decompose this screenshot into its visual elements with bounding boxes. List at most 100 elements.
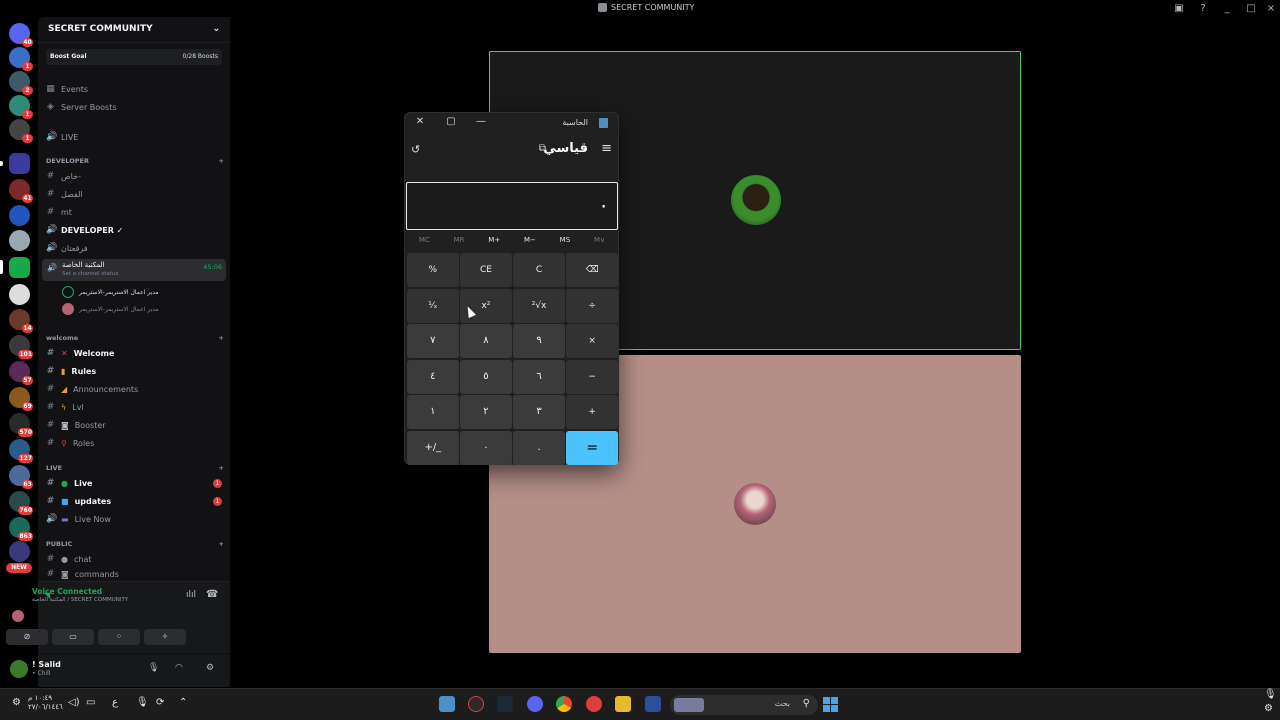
channel-dev1[interactable]: # خاص-	[46, 168, 226, 184]
divide-button[interactable]: ÷	[566, 288, 618, 323]
channel-lvl[interactable]: # ϟ Lvl	[46, 399, 226, 415]
close-button[interactable]: ×	[1264, 2, 1278, 15]
category-public[interactable]: PUBLIC +	[46, 540, 224, 548]
server-icon[interactable]: 1	[9, 47, 33, 71]
discord-icon[interactable]	[527, 696, 543, 712]
plus-icon[interactable]: +	[219, 464, 224, 472]
clock-app-icon[interactable]	[468, 696, 484, 712]
memory-add-button[interactable]: M+	[488, 236, 500, 244]
server-icon[interactable]: 1	[9, 95, 33, 119]
channel-live[interactable]: # ● Live	[46, 475, 226, 491]
digit-5-button[interactable]: ٥	[460, 359, 512, 394]
channel-booster[interactable]: # ◙ Booster	[46, 417, 226, 433]
channel-dev2[interactable]: # الفصل	[46, 186, 226, 202]
sync-icon[interactable]: ⟳	[156, 697, 164, 708]
folder-icon[interactable]	[615, 696, 631, 712]
digit-6-button[interactable]: ٦	[513, 359, 565, 394]
start-button[interactable]	[823, 697, 838, 712]
close-icon[interactable]: ✕	[413, 116, 427, 127]
server-icon[interactable]: 63	[9, 465, 33, 489]
multiply-button[interactable]: ×	[566, 324, 618, 358]
clear-entry-button[interactable]: CE	[460, 253, 512, 287]
channel-dev5[interactable]: 🔊 فرقعتان	[46, 240, 226, 256]
steam-icon[interactable]	[497, 696, 513, 712]
category-welcome[interactable]: welcome +	[46, 334, 224, 342]
app-icon[interactable]	[645, 696, 661, 712]
events-item[interactable]: ▦ Events	[46, 81, 226, 97]
mic-icon[interactable]: 🎙	[148, 663, 159, 673]
screen-share-icon[interactable]: ▭	[52, 629, 94, 645]
home-icon[interactable]: 40	[9, 23, 33, 47]
server-boosts-item[interactable]: ◈ Server Boosts	[46, 99, 226, 115]
voice-user[interactable]: مدير اعمال الاستريمر-الاستريمر	[62, 285, 159, 299]
server-folder-icon[interactable]	[0, 153, 30, 174]
network-icon[interactable]: ▭	[86, 697, 95, 708]
channel-roles[interactable]: # ⚲ Roles	[46, 435, 226, 451]
server-icon[interactable]: 760	[9, 491, 33, 515]
channel-live-now[interactable]: 🔊 ▬ Live Now	[46, 511, 226, 527]
server-icon[interactable]: 101	[9, 335, 33, 359]
voice-user[interactable]: مدير اعمال الاستريمر-الاستريمر	[62, 302, 159, 316]
negate-button[interactable]: +/_	[407, 430, 459, 465]
digit-3-button[interactable]: ٣	[513, 395, 565, 429]
backspace-button[interactable]: ⌫	[566, 253, 618, 287]
mic-icon[interactable]: 🎙	[136, 697, 149, 708]
noise-suppression-icon[interactable]: ılıl	[186, 590, 196, 600]
soundboard-icon[interactable]: ✧	[144, 629, 186, 645]
active-server-icon[interactable]	[0, 257, 30, 278]
activities-icon[interactable]: ⁘	[98, 629, 140, 645]
clock[interactable]: ١٠:٤٩ م ٢٧/٠٦/١٤٤٦	[28, 694, 63, 712]
help-icon[interactable]: ?	[1196, 2, 1210, 15]
server-icon[interactable]	[9, 205, 30, 226]
clear-button[interactable]: C	[513, 253, 565, 287]
gear-icon[interactable]: ⚙	[206, 663, 214, 673]
server-icon[interactable]: 863	[9, 517, 33, 541]
digit-4-button[interactable]: ٤	[407, 359, 459, 394]
disconnect-icon[interactable]: ☎	[206, 589, 218, 600]
server-icon[interactable]: 14	[9, 309, 33, 333]
channel-rules[interactable]: # ▮ Rules	[46, 363, 226, 379]
memory-list-button[interactable]: M∨	[594, 236, 605, 244]
server-icon[interactable]: 41	[9, 179, 33, 203]
volume-icon[interactable]: ◁)	[68, 697, 80, 708]
language-indicator[interactable]: ع	[112, 697, 118, 708]
memory-subtract-button[interactable]: M−	[524, 236, 536, 244]
boost-goal[interactable]: Boost Goal 0/28 Boosts	[46, 49, 222, 65]
server-icon[interactable]	[9, 284, 30, 305]
plus-icon[interactable]: +	[219, 540, 224, 548]
history-icon[interactable]: ↺	[411, 143, 420, 156]
camera-off-icon[interactable]: ⊘	[6, 629, 48, 645]
memory-clear-button[interactable]: MC	[419, 236, 430, 244]
digit-0-button[interactable]: ٠	[460, 430, 512, 465]
channel-commands[interactable]: # ◙ commands	[46, 569, 226, 579]
server-icon[interactable]: 127	[9, 439, 33, 463]
channel-dev4[interactable]: 🔊 DEVELOPER ✓	[46, 222, 226, 238]
maximize-button[interactable]: □	[1244, 2, 1258, 15]
headphones-icon[interactable]: ◠	[175, 663, 183, 673]
chrome-icon[interactable]	[556, 696, 572, 712]
guild-header[interactable]: SECRET COMMUNITY ⌄	[38, 17, 230, 43]
server-icon[interactable]	[9, 230, 30, 251]
channel-chat[interactable]: # ● chat	[46, 551, 226, 567]
server-icon[interactable]	[9, 541, 30, 562]
memory-store-button[interactable]: MS	[560, 236, 570, 244]
calculator-taskbar-icon[interactable]	[439, 696, 455, 712]
minimize-icon[interactable]: —	[474, 116, 488, 127]
channel-announcements[interactable]: # ◢ Announcements	[46, 381, 226, 397]
settings-icon[interactable]: ⚙	[12, 697, 21, 708]
maximize-icon[interactable]: ▢	[444, 116, 458, 127]
server-icon[interactable]: 570	[9, 413, 33, 437]
channel-updates[interactable]: # ■ updates	[46, 493, 226, 509]
subtract-button[interactable]: −	[566, 359, 618, 394]
live-voice-channel[interactable]: 🔊 LIVE	[46, 129, 226, 145]
server-icon[interactable]: 1	[9, 119, 33, 143]
add-button[interactable]: +	[566, 395, 618, 429]
mic-icon[interactable]: 🎙	[1264, 689, 1277, 700]
plus-icon[interactable]: +	[219, 157, 224, 165]
percent-button[interactable]: %	[407, 253, 459, 287]
memory-recall-button[interactable]: MR	[454, 236, 465, 244]
category-live[interactable]: LIVE +	[46, 464, 224, 472]
plus-icon[interactable]: +	[219, 334, 224, 342]
category-developer[interactable]: DEVELOPER +	[46, 157, 224, 165]
digit-8-button[interactable]: ٨	[460, 324, 512, 358]
